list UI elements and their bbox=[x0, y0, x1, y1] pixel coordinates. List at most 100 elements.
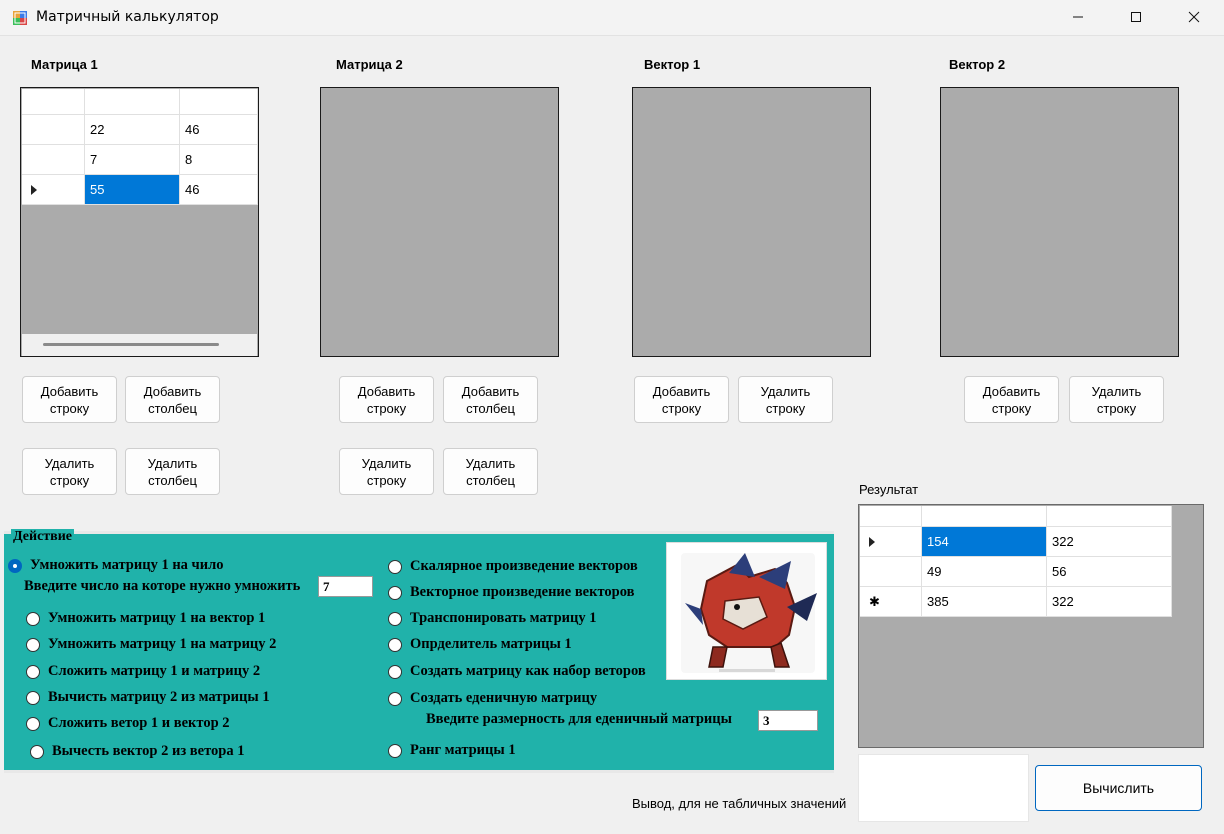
identity-prompt: Введите размерность для еденичный матриц… bbox=[426, 711, 732, 727]
current-row-arrow-icon bbox=[31, 184, 37, 195]
result-grid[interactable]: 154 322 49 56 ✱ 385 322 bbox=[858, 504, 1204, 748]
option-subtract-matrices[interactable]: Вычисть матрицу 2 из матрицы 1 bbox=[26, 689, 270, 706]
row-header-current[interactable] bbox=[860, 527, 922, 557]
maximize-icon bbox=[1131, 12, 1141, 22]
option-matrix-from-vectors[interactable]: Создать матрицу как набор веторов bbox=[388, 663, 646, 680]
row-header-new[interactable]: ✱ bbox=[860, 587, 922, 617]
radio-icon[interactable] bbox=[388, 664, 402, 679]
option-subtract-vectors[interactable]: Вычесть вектор 2 из ветора 1 bbox=[30, 743, 244, 760]
radio-icon[interactable] bbox=[26, 716, 40, 731]
radio-icon[interactable] bbox=[26, 637, 40, 652]
option-label: Создать еденичную матрицу bbox=[410, 690, 598, 706]
grid-cell[interactable]: 8 bbox=[180, 145, 258, 175]
option-add-vectors[interactable]: Сложить ветор 1 и вектор 2 bbox=[26, 715, 230, 732]
matrix2-delete-column-button[interactable]: Удалить столбец bbox=[443, 448, 538, 495]
row-header-current[interactable] bbox=[22, 175, 85, 205]
row-header[interactable] bbox=[22, 145, 85, 175]
option-transpose[interactable]: Транспонировать матрицу 1 bbox=[388, 610, 596, 627]
column-header[interactable] bbox=[1047, 506, 1172, 527]
matrix2-delete-row-button[interactable]: Удалить строку bbox=[339, 448, 434, 495]
option-add-matrices[interactable]: Сложить матрицу 1 и матрицу 2 bbox=[26, 663, 260, 680]
calculate-button[interactable]: Вычислить bbox=[1035, 765, 1202, 811]
grid-corner bbox=[22, 89, 85, 115]
option-multiply-by-number[interactable]: Умножить матрицу 1 на чило bbox=[8, 557, 223, 574]
radio-icon[interactable] bbox=[388, 585, 402, 600]
radio-icon[interactable] bbox=[26, 664, 40, 679]
radio-checked-icon[interactable] bbox=[8, 558, 22, 573]
multiply-prompt: Введите число на которе нужно умножить bbox=[24, 578, 301, 594]
option-label: Сложить ветор 1 и вектор 2 bbox=[48, 715, 230, 731]
title-bar: Матричный калькулятор bbox=[0, 0, 1224, 36]
option-label: Транспонировать матрицу 1 bbox=[410, 610, 597, 626]
option-label: Скалярное произведение векторов bbox=[410, 558, 638, 574]
radio-icon[interactable] bbox=[26, 611, 40, 626]
grid-cell[interactable]: 46 bbox=[180, 175, 258, 205]
close-icon bbox=[1188, 11, 1200, 23]
option-label: Создать матрицу как набор веторов bbox=[410, 663, 646, 679]
matrix2-label: Матрица 2 bbox=[336, 57, 403, 72]
matrix2-grid[interactable] bbox=[320, 87, 559, 357]
vector1-grid[interactable] bbox=[632, 87, 871, 357]
vector1-add-row-button[interactable]: Добавить строку bbox=[634, 376, 729, 423]
column-header[interactable] bbox=[922, 506, 1047, 527]
matrix1-add-column-button[interactable]: Добавить столбец bbox=[125, 376, 220, 423]
identity-size-input[interactable]: 3 bbox=[758, 710, 818, 731]
row-header[interactable] bbox=[860, 557, 922, 587]
vector2-grid[interactable] bbox=[940, 87, 1179, 357]
radio-icon[interactable] bbox=[388, 691, 402, 706]
matrix1-grid[interactable]: 22 46 7 8 55 46 bbox=[20, 87, 259, 357]
grid-corner bbox=[860, 506, 922, 527]
option-identity-matrix[interactable]: Создать еденичную матрицу bbox=[388, 690, 597, 707]
radio-icon[interactable] bbox=[26, 690, 40, 705]
matrix2-add-column-button[interactable]: Добавить столбец bbox=[443, 376, 538, 423]
option-determinant[interactable]: Опрделитель матрицы 1 bbox=[388, 636, 572, 653]
row-header[interactable] bbox=[22, 115, 85, 145]
output-textbox[interactable] bbox=[858, 754, 1029, 822]
window-title: Матричный калькулятор bbox=[36, 9, 219, 25]
option-multiply-by-matrix[interactable]: Умножить матрицу 1 на матрицу 2 bbox=[26, 636, 276, 653]
grid-cell[interactable]: 7 bbox=[85, 145, 180, 175]
result-cell[interactable]: 385 bbox=[922, 587, 1047, 617]
grid-cell-selected[interactable]: 55 bbox=[85, 175, 180, 205]
result-cell[interactable]: 322 bbox=[1047, 587, 1172, 617]
result-cell[interactable]: 56 bbox=[1047, 557, 1172, 587]
option-scalar-product[interactable]: Скалярное произведение векторов bbox=[388, 558, 638, 575]
output-label: Вывод, для не табличных значений bbox=[632, 796, 847, 811]
option-label: Вычесть вектор 2 из ветора 1 bbox=[52, 743, 245, 759]
result-cell[interactable]: 322 bbox=[1047, 527, 1172, 557]
result-cell[interactable]: 49 bbox=[922, 557, 1047, 587]
vector1-label: Вектор 1 bbox=[644, 57, 701, 72]
option-multiply-by-vector[interactable]: Умножить матрицу 1 на вектор 1 bbox=[26, 610, 265, 627]
maximize-button[interactable] bbox=[1107, 0, 1165, 34]
minimize-button[interactable] bbox=[1049, 0, 1107, 34]
radio-icon[interactable] bbox=[388, 611, 402, 626]
matrix2-add-row-button[interactable]: Добавить строку bbox=[339, 376, 434, 423]
action-groupbox-title: Действие bbox=[11, 529, 75, 545]
matrix1-delete-row-button[interactable]: Удалить строку bbox=[22, 448, 117, 495]
matrix1-delete-column-button[interactable]: Удалить столбец bbox=[125, 448, 220, 495]
radio-icon[interactable] bbox=[30, 744, 44, 759]
option-label: Векторное произведение векторов bbox=[410, 584, 635, 600]
option-label: Ранг матрицы 1 bbox=[410, 742, 516, 758]
option-label: Опрделитель матрицы 1 bbox=[410, 636, 572, 652]
multiply-number-input[interactable]: 7 bbox=[318, 576, 373, 597]
new-row-asterisk-icon: ✱ bbox=[869, 594, 880, 609]
grid-cell[interactable]: 22 bbox=[85, 115, 180, 145]
option-rank[interactable]: Ранг матрицы 1 bbox=[388, 742, 516, 759]
radio-icon[interactable] bbox=[388, 637, 402, 652]
vector2-add-row-button[interactable]: Добавить строку bbox=[964, 376, 1059, 423]
grid-cell[interactable]: 46 bbox=[180, 115, 258, 145]
vector1-delete-row-button[interactable]: Удалить строку bbox=[738, 376, 833, 423]
scrollbar-thumb[interactable] bbox=[43, 343, 219, 346]
column-header[interactable] bbox=[180, 89, 258, 115]
matrix1-add-row-button[interactable]: Добавить строку bbox=[22, 376, 117, 423]
radio-icon[interactable] bbox=[388, 559, 402, 574]
option-vector-product[interactable]: Векторное произведение векторов bbox=[388, 584, 634, 601]
result-cell-selected[interactable]: 154 bbox=[922, 527, 1047, 557]
close-button[interactable] bbox=[1165, 0, 1223, 34]
column-header[interactable] bbox=[85, 89, 180, 115]
vector2-delete-row-button[interactable]: Удалить строку bbox=[1069, 376, 1164, 423]
horizontal-scrollbar[interactable] bbox=[22, 334, 257, 356]
matrix1-label: Матрица 1 bbox=[31, 57, 98, 72]
radio-icon[interactable] bbox=[388, 743, 402, 758]
